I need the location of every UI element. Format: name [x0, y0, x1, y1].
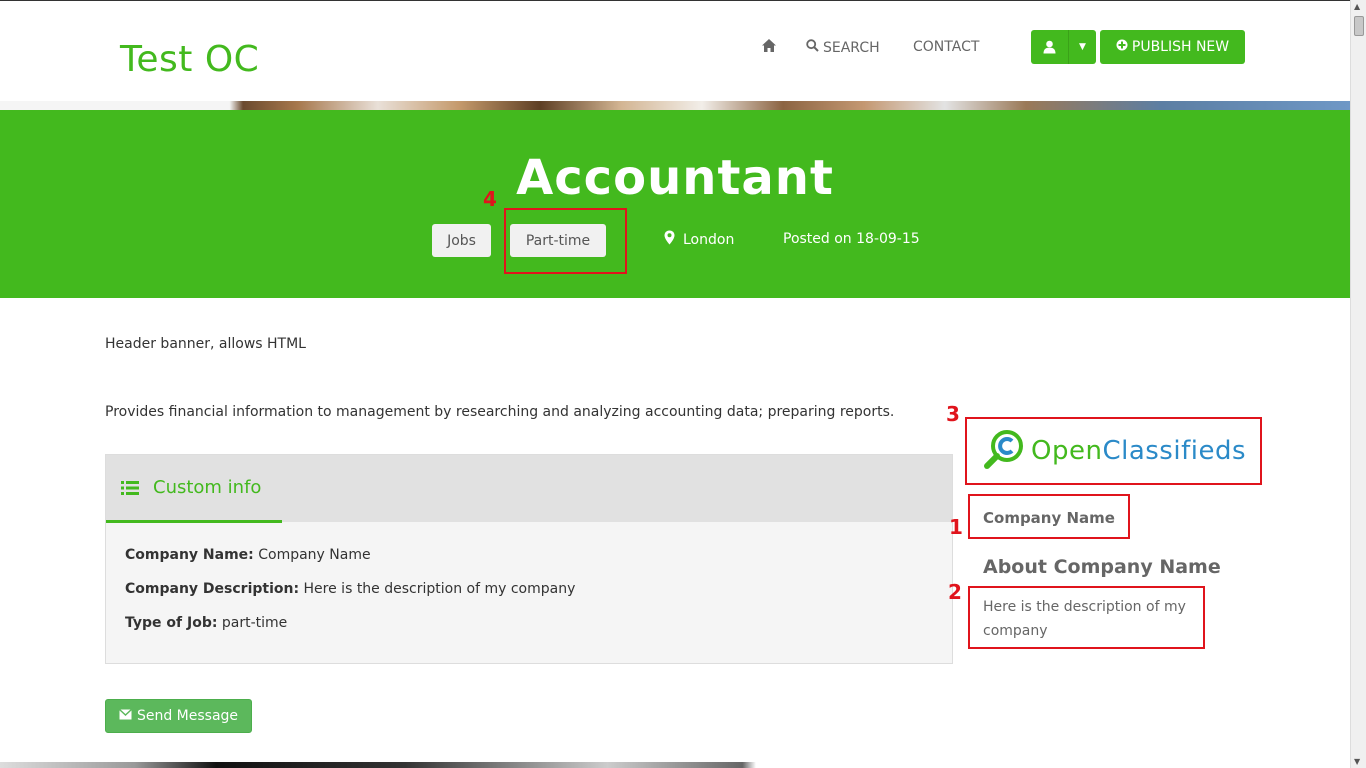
listing-title: Accountant	[516, 150, 834, 206]
listing-location[interactable]: London	[664, 230, 734, 249]
page: Test OC SEARCH CONTACT ▼ PUBLISH NEW Acc…	[0, 0, 1366, 768]
active-tab-underline	[106, 520, 282, 523]
scroll-down-arrow-icon[interactable]: ▼	[1354, 757, 1360, 766]
publish-new-label: PUBLISH NEW	[1131, 39, 1230, 55]
page-scrollbar[interactable]: ▲ ▼	[1350, 0, 1366, 768]
nav-search-link[interactable]: SEARCH	[806, 39, 880, 56]
field-company-description: Company Description: Here is the descrip…	[125, 581, 576, 597]
field-label: Company Name	[125, 547, 249, 563]
caret-down-icon[interactable]: ▼	[1069, 42, 1096, 52]
send-message-button[interactable]: Send Message	[105, 699, 252, 733]
footer-photo-strip	[0, 762, 1350, 768]
envelope-icon	[118, 708, 132, 724]
list-icon	[121, 480, 139, 496]
user-menu-button[interactable]: ▼	[1031, 30, 1096, 64]
annotation-label-2: 2	[948, 580, 962, 604]
annotation-label-1: 1	[949, 515, 963, 539]
annotation-box-1	[968, 494, 1130, 539]
field-value: Here is the description of my company	[303, 581, 576, 597]
posted-date: Posted on 18-09-15	[783, 231, 920, 247]
header-banner-text: Header banner, allows HTML	[105, 336, 306, 352]
category-tag-jobs[interactable]: Jobs	[432, 224, 491, 257]
nav-search-label: SEARCH	[823, 39, 880, 56]
about-company-title: About Company Name	[983, 556, 1221, 578]
annotation-label-4: 4	[483, 187, 497, 211]
publish-new-button[interactable]: PUBLISH NEW	[1100, 30, 1245, 64]
user-icon	[1031, 30, 1069, 64]
site-brand[interactable]: Test OC	[120, 39, 259, 80]
home-icon[interactable]	[761, 38, 779, 54]
nav-contact-link[interactable]: CONTACT	[913, 39, 979, 55]
field-type-of-job: Type of Job: part-time	[125, 615, 288, 631]
field-label: Company Description	[125, 581, 294, 597]
listing-description: Provides financial information to manage…	[105, 404, 895, 420]
scroll-up-arrow-icon[interactable]: ▲	[1354, 2, 1360, 11]
listing-hero: Accountant Jobs Part-time London Posted …	[0, 110, 1350, 298]
navbar: Test OC SEARCH CONTACT ▼ PUBLISH NEW	[0, 0, 1350, 102]
scroll-thumb[interactable]	[1354, 16, 1364, 36]
annotation-box-3	[965, 417, 1262, 485]
custom-info-panel: Custom info Company Name: Company Name C…	[105, 454, 953, 664]
annotation-box-4	[504, 208, 627, 274]
field-company-name: Company Name: Company Name	[125, 547, 371, 563]
header-photo-strip	[0, 101, 1350, 110]
custom-info-title: Custom info	[153, 477, 262, 498]
annotation-label-3: 3	[946, 402, 960, 426]
send-message-label: Send Message	[136, 708, 239, 724]
location-label: London	[683, 231, 735, 248]
map-marker-icon	[664, 230, 675, 249]
field-value: part-time	[221, 615, 288, 631]
plus-circle-icon	[1116, 39, 1128, 55]
search-icon	[806, 39, 819, 56]
field-label: Type of Job	[125, 615, 212, 631]
annotation-box-2	[968, 586, 1205, 649]
custom-info-tab[interactable]: Custom info	[106, 455, 952, 523]
field-value: Company Name	[258, 547, 371, 563]
